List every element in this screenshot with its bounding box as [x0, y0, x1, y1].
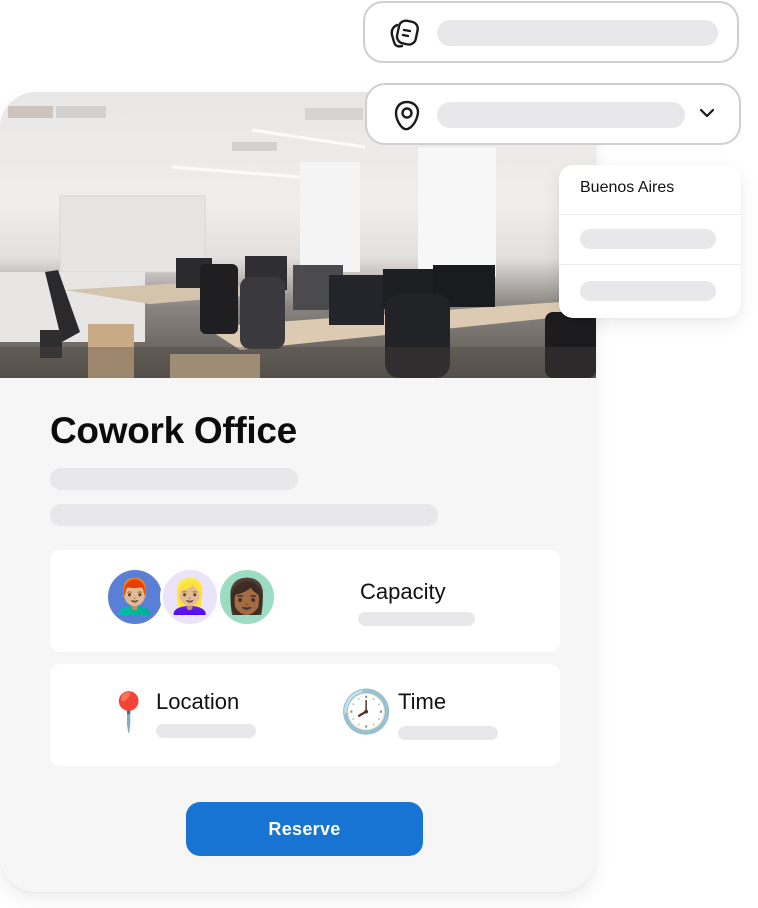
- space-type-placeholder: [437, 20, 718, 46]
- location-pin-icon: [389, 98, 425, 134]
- clock-icon: 🕗: [340, 688, 393, 735]
- dropdown-option-skeleton: [580, 281, 716, 301]
- capacity-label: Capacity: [360, 579, 446, 604]
- description-placeholder-line-1: [50, 468, 298, 490]
- location-dropdown: Buenos Aires: [559, 165, 741, 318]
- capacity-value-placeholder: [358, 612, 475, 626]
- location-label: Location: [156, 689, 240, 714]
- woman-dark-hair-avatar: 👩🏾: [217, 567, 277, 627]
- dropdown-option-label: Buenos Aires: [580, 179, 675, 196]
- notes-icon: [387, 16, 423, 52]
- reserve-button[interactable]: Reserve: [186, 802, 423, 856]
- time-label: Time: [398, 689, 447, 714]
- woman-blonde-avatar: 👱🏼‍♀️: [160, 567, 220, 627]
- space-type-field[interactable]: [363, 1, 739, 63]
- location-time-panel: 📍 Location 🕗 Time: [50, 664, 560, 766]
- dropdown-option-buenos-aires[interactable]: Buenos Aires: [559, 165, 741, 214]
- location-select-placeholder: [437, 102, 685, 128]
- description-placeholder-line-2: [50, 504, 438, 526]
- man-red-hair-avatar: 👨🏼‍🦰: [105, 567, 165, 627]
- dropdown-option-placeholder[interactable]: [559, 265, 741, 318]
- venue-title: Cowork Office: [50, 410, 297, 451]
- capacity-panel: 👨🏼‍🦰 👱🏼‍♀️ 👩🏾 Capacity: [50, 550, 560, 652]
- location-select[interactable]: [365, 83, 741, 145]
- time-value-placeholder: [398, 726, 498, 740]
- venue-card: Cowork Office 👨🏼‍🦰 👱🏼‍♀️ 👩🏾 Capacity 📍 L…: [0, 92, 596, 892]
- pushpin-icon: 📍: [105, 692, 153, 734]
- dropdown-option-skeleton: [580, 229, 716, 249]
- chevron-down-icon[interactable]: [697, 106, 717, 120]
- location-value-placeholder: [156, 724, 256, 738]
- dropdown-option-placeholder[interactable]: [559, 215, 741, 264]
